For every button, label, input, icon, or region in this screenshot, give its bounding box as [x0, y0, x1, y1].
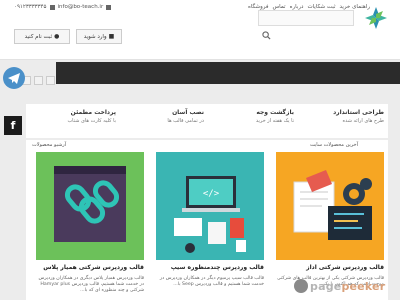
header-small-icons: [22, 76, 55, 85]
pagepeeker-watermark: pagepeeker: [294, 279, 385, 293]
login-label: وارد شوید: [83, 33, 107, 40]
product-image-hamyar-plus[interactable]: [36, 152, 144, 260]
telegram-icon[interactable]: [3, 67, 25, 89]
feature-subtitle: با کلیه کارت های شتاب: [67, 118, 116, 124]
product-title[interactable]: قالب وردپرس شرکتی اداز: [276, 264, 384, 271]
product-description: قالب قالب سیپ پرمیوم دیگر در همکاران ورد…: [159, 276, 264, 287]
new-products-heading: آخرین محصولات سایت: [310, 142, 359, 148]
contact-info: ۰۹۱۲۳۳۳۳۳۴۵ info@bo-teach.ir: [14, 4, 112, 10]
register-button[interactable]: ثبت نام کنید ●: [14, 29, 70, 44]
feature-title: بازگشت وجه: [256, 109, 294, 116]
site-logo[interactable]: [364, 6, 388, 30]
feature-easy-install: نصب آسان در تمامی قالب ها: [116, 109, 204, 124]
feature-money-back: بازگشت وجه تا یک هفته از خرید: [206, 109, 294, 124]
product-description: قالب وردپرس همیار پلاس دیگری در همکاران …: [38, 276, 145, 293]
product-image-seep[interactable]: </>: [156, 152, 264, 260]
facebook-icon[interactable]: f: [4, 116, 22, 135]
products-archive-link[interactable]: آرشیو محصولات: [32, 142, 66, 148]
wishlist-icon[interactable]: [46, 76, 55, 85]
email-icon: [106, 4, 112, 10]
login-icon: ■: [108, 33, 115, 40]
compare-icon[interactable]: [34, 76, 43, 85]
product-title[interactable]: قالب وردپرس چندمنظوره سیپ: [156, 264, 264, 271]
svg-text:</>: </>: [203, 189, 220, 199]
user-icon: ●: [54, 33, 60, 40]
login-button[interactable]: وارد شوید ■: [76, 29, 122, 44]
feature-title: نصب آسان: [172, 109, 204, 116]
feature-title: طراحی استاندارد: [333, 109, 384, 116]
phone-icon: [49, 4, 55, 10]
product-title[interactable]: قالب وردپرس شرکتی همیار پلاس: [36, 264, 144, 271]
search-input[interactable]: [258, 10, 354, 26]
register-label: ثبت نام کنید: [24, 33, 53, 40]
feature-subtitle: تا یک هفته از خرید: [255, 118, 294, 124]
pagepeeker-logo-icon: [294, 279, 308, 293]
feature-title: پرداخت مطمئن: [70, 109, 116, 116]
pagepeeker-wordmark: pagepeeker: [310, 279, 386, 293]
email-address: info@bo-teach.ir: [57, 4, 104, 10]
feature-subtitle: طرح های ارائه شده: [342, 118, 384, 124]
feature-secure-payment: پرداخت مطمئن با کلیه کارت های شتاب: [28, 109, 116, 124]
feature-subtitle: در تمامی قالب ها: [167, 118, 204, 124]
search-icon[interactable]: [262, 31, 271, 40]
main-nav: [56, 62, 400, 84]
features-bar: طراحی استاندارد طرح های ارائه شده بازگشت…: [26, 104, 388, 138]
phone-number: ۰۹۱۲۳۳۳۳۳۴۵: [14, 4, 47, 10]
product-image-adaz[interactable]: [276, 152, 384, 260]
feature-standard-design: طراحی استاندارد طرح های ارائه شده: [296, 109, 384, 124]
